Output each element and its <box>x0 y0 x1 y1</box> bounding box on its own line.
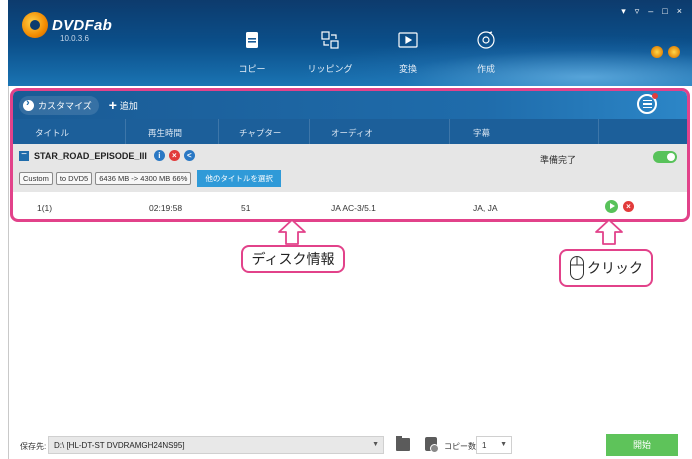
settings-menu-icon[interactable]: ▿ <box>635 6 640 17</box>
collapse-icon[interactable]: − <box>19 149 29 161</box>
footer-bar: 保存先: D:\ [HL-DT-ST DVDRAMGH24NS95] ▼ コピー… <box>0 432 692 459</box>
save-path-value: D:\ [HL-DT-ST DVDRAMGH24NS95] <box>54 441 185 450</box>
customize-button[interactable]: カスタマイズ <box>19 95 99 115</box>
select-other-title-button[interactable]: 他のタイトルを選択 <box>197 170 281 187</box>
notification-dot <box>652 93 658 99</box>
click-label: クリック <box>587 260 643 276</box>
column-divider <box>598 119 599 144</box>
track-title: 1(1) <box>37 203 53 213</box>
menu-line-icon <box>642 99 652 102</box>
iso-icon[interactable] <box>425 437 439 453</box>
disc-tags: Custom to DVD5 6436 MB -> 4300 MB 66% 他の… <box>19 170 281 187</box>
output-tag[interactable]: to DVD5 <box>55 172 93 185</box>
disc-info-label: ディスク情報 <box>251 251 335 267</box>
remove-icon[interactable]: × <box>623 201 634 212</box>
add-button[interactable]: + 追加 <box>109 97 138 113</box>
customize-arrow-icon <box>23 97 34 111</box>
save-to-label: 保存先: <box>20 442 47 451</box>
left-border <box>8 86 9 459</box>
column-divider <box>309 119 310 144</box>
click-callout: クリック <box>559 249 653 287</box>
creator-icon <box>477 30 495 50</box>
mouse-icon <box>570 256 584 280</box>
column-chapters: チャプター <box>239 128 282 138</box>
menu-line-icon <box>642 106 652 109</box>
menu-line-icon <box>642 103 652 105</box>
disc-title-line: − STAR_ROAD_EPISODE_III i × < <box>19 149 195 161</box>
minimize-icon[interactable]: – <box>648 6 653 17</box>
main-nav: コピー リッピング 変換 作成 <box>213 30 525 75</box>
window-controls: ▾ ▿ – □ × <box>621 6 682 17</box>
column-title: タイトル <box>35 128 70 138</box>
copies-select[interactable]: 1 ▼ <box>476 436 512 454</box>
plus-icon: + <box>108 97 117 113</box>
disc-title-row: − STAR_ROAD_EPISODE_III i × < 準備完了 Custo… <box>13 144 687 192</box>
profile-tag[interactable]: Custom <box>19 172 53 185</box>
dropdown-menu-icon[interactable]: ▾ <box>621 6 626 17</box>
logo-text: DVDFab <box>52 16 113 34</box>
size-tag: 6436 MB -> 4300 MB 66% <box>95 172 192 185</box>
info-icon[interactable]: i <box>153 150 165 161</box>
nav-item-ripper[interactable]: リッピング <box>291 30 369 75</box>
disc-info-arrow-icon <box>278 219 306 245</box>
dvdfab-logo-icon <box>22 12 48 38</box>
chevron-down-icon: ▼ <box>372 441 379 448</box>
enable-toggle[interactable] <box>653 151 677 163</box>
panel-toolbar: カスタマイズ + 追加 <box>13 91 687 119</box>
task-panel: カスタマイズ + 追加 タイトル 再生時間 チャプター オーディオ 字幕 − S… <box>10 88 690 222</box>
column-audio: オーディオ <box>331 128 373 138</box>
copies-value: 1 <box>482 441 487 450</box>
task-menu-button[interactable] <box>637 93 658 114</box>
column-divider <box>218 119 219 144</box>
track-duration: 02:19:58 <box>149 203 183 213</box>
column-divider <box>449 119 450 144</box>
folder-icon[interactable] <box>396 436 410 451</box>
user-avatar-icon[interactable] <box>651 46 663 58</box>
status-text: 準備完了 <box>540 155 577 165</box>
search-user-icon[interactable] <box>668 46 680 58</box>
nav-label-copy: コピー <box>238 64 266 74</box>
column-duration: 再生時間 <box>148 128 183 138</box>
ripper-icon <box>321 30 339 50</box>
customize-label: カスタマイズ <box>38 100 92 111</box>
track-subtitles: JA, JA <box>473 203 498 213</box>
nav-item-creator[interactable]: 作成 <box>447 30 525 75</box>
share-icon[interactable]: < <box>183 150 195 161</box>
chevron-down-icon: ▼ <box>500 441 507 448</box>
column-header: タイトル 再生時間 チャプター オーディオ 字幕 <box>13 119 687 144</box>
column-divider <box>125 119 126 144</box>
convert-icon <box>398 30 418 50</box>
nav-label-ripper: リッピング <box>307 64 353 74</box>
close-icon[interactable]: × <box>677 6 682 17</box>
track-audio: JA AC-3/5.1 <box>331 203 376 213</box>
copies-label: コピー数: <box>444 442 479 451</box>
nav-item-convert[interactable]: 変換 <box>369 30 447 75</box>
delete-icon[interactable]: × <box>168 150 180 161</box>
column-subtitles: 字幕 <box>473 128 491 138</box>
copy-icon <box>245 30 259 50</box>
table-row[interactable]: 1(1) 02:19:58 51 JA AC-3/5.1 JA, JA × <box>13 192 687 219</box>
disc-title: STAR_ROAD_EPISODE_III <box>34 150 147 161</box>
play-icon[interactable] <box>605 200 618 213</box>
app-version: 10.0.3.6 <box>60 34 89 43</box>
app-header: DVDFab 10.0.3.6 ▾ ▿ – □ × コピー リッピング 変換 作… <box>8 0 692 86</box>
maximize-icon[interactable]: □ <box>662 6 667 17</box>
nav-label-convert: 変換 <box>398 64 417 74</box>
disc-info-callout: ディスク情報 <box>241 245 345 273</box>
add-label: 追加 <box>119 100 138 111</box>
track-chapters: 51 <box>241 203 251 213</box>
nav-item-copy[interactable]: コピー <box>213 30 291 75</box>
nav-label-creator: 作成 <box>476 64 495 74</box>
user-icons <box>651 46 680 58</box>
start-button[interactable]: 開始 <box>606 434 678 456</box>
save-path-select[interactable]: D:\ [HL-DT-ST DVDRAMGH24NS95] ▼ <box>48 436 384 454</box>
click-arrow-icon <box>595 219 623 245</box>
